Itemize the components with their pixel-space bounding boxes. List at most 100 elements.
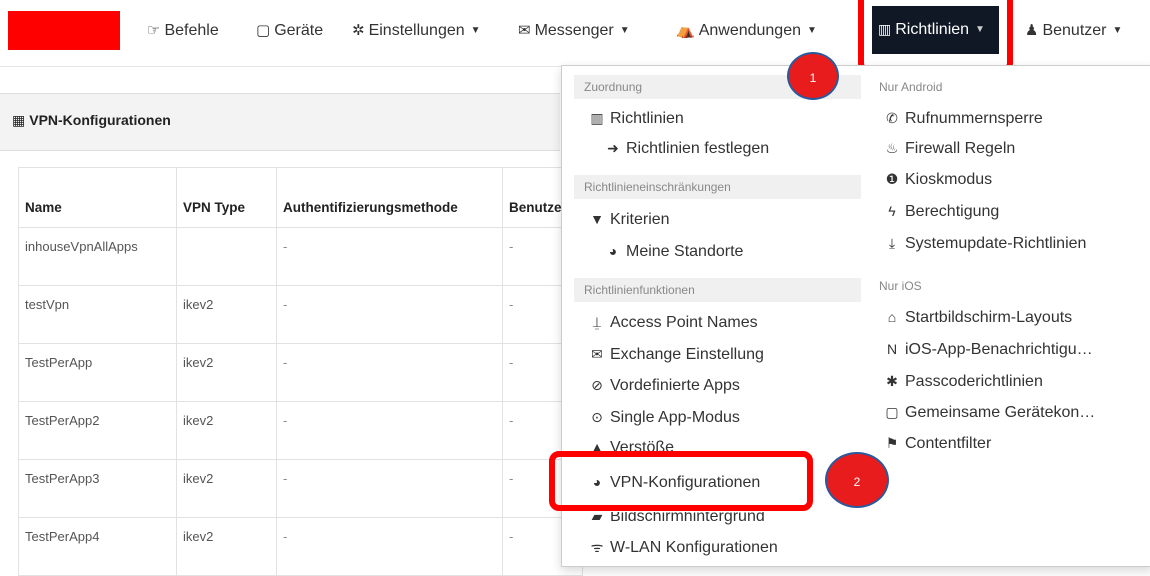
menu-item-exchange-einstellung[interactable]: ✉ Exchange Einstellung (588, 341, 764, 367)
caret-down-icon: ▼ (470, 25, 481, 36)
nav-einstellungen-label: Einstellungen (368, 22, 465, 39)
menu-item-systemupdate-richtlinien[interactable]: ⤓ Systemupdate-Richtlinien (883, 230, 1087, 256)
image-icon: ▰ (591, 512, 603, 524)
menu-item-verstoesse[interactable]: ▲ Verstöße (588, 434, 674, 452)
table-row[interactable]: inhouseVpnAllApps - - (18, 227, 583, 286)
nav-benutzer[interactable]: ♟ Benutzer ▼ (1025, 16, 1122, 46)
menu-item-vordefinierte-apps[interactable]: ⊘ Vordefinierte Apps (588, 372, 740, 398)
columns-icon: ▥ (590, 110, 604, 126)
nav-anwendungen-label: Anwendungen (698, 22, 801, 39)
page-title: ▦ VPN-Konfigurationen (12, 112, 171, 129)
nav-befehle[interactable]: ☞ Befehle (147, 16, 219, 46)
panel-header: ▦ VPN-Konfigurationen (0, 93, 560, 151)
info-circle-icon: ❶ (885, 171, 899, 187)
menu-item-access-point-names[interactable]: ⍊ Access Point Names (588, 309, 758, 335)
menu-header-nur-ios: Nur iOS (879, 279, 922, 293)
menu-item-startbildschirm-layouts[interactable]: ⌂ Startbildschirm-Layouts (883, 304, 1072, 330)
cell-name: TestPerApp3 (18, 459, 177, 518)
caret-down-icon: ▼ (619, 25, 630, 36)
menu-item-kriterien[interactable]: ▼ Kriterien (588, 206, 670, 232)
menu-item-label: W-LAN Konfigurationen (610, 539, 778, 556)
menu-item-gemeinsame-geraetekonfiguration[interactable]: ▢ Gemeinsame Gerätekon… (883, 399, 1095, 425)
nav-geraete[interactable]: ▢ Geräte (256, 16, 323, 46)
fire-icon: ♨ (885, 140, 899, 156)
menu-item-label: Exchange Einstellung (610, 346, 764, 363)
cell-vpn-type: ikev2 (176, 459, 277, 518)
caret-down-icon: ▼ (807, 25, 817, 36)
cell-name: TestPerApp (18, 343, 177, 402)
menu-item-label: Single App-Modus (610, 409, 740, 426)
menu-item-kioskmodus[interactable]: ❶ Kioskmodus (883, 166, 992, 192)
gear-icon: ✲ (352, 22, 365, 39)
menu-item-single-app-modus[interactable]: ⊙ Single App-Modus (588, 404, 740, 430)
arrow-right-icon: ➜ (607, 140, 619, 156)
table-row[interactable]: testVpn ikev2 - - (18, 285, 583, 344)
menu-item-label: Richtlinien festlegen (626, 140, 770, 157)
cell-auth-method: - (276, 459, 503, 518)
menu-item-label: Gemeinsame Gerätekon… (905, 404, 1096, 421)
nav-richtlinien-label: Richtlinien (895, 21, 970, 38)
table-row[interactable]: TestPerApp4 ikev2 - - (18, 517, 583, 576)
column-header[interactable]: Authentifizierungsmethode (276, 167, 503, 228)
nav-messenger[interactable]: ✉ Messenger ▼ (518, 16, 630, 46)
step-badge-1: 1 (787, 52, 839, 100)
globe-icon: ◕ (608, 243, 618, 259)
brand-logo[interactable] (8, 11, 120, 50)
menu-item-rufnummernsperre[interactable]: ✆ Rufnummernsperre (883, 105, 1043, 131)
step-badge-2: 2 (825, 452, 889, 508)
menu-item-label: Startbildschirm-Layouts (905, 309, 1073, 326)
menu-item-label: Bildschirmhintergrund (610, 512, 765, 525)
cell-vpn-type: ikev2 (176, 285, 277, 344)
menu-item-bildschirmhintergrund[interactable]: ▰ Bildschirmhintergrund (588, 512, 765, 528)
menu-item-berechtigung[interactable]: ϟ Berechtigung (883, 198, 999, 224)
wifi-icon: ᯤ (590, 539, 604, 555)
menu-header-funktionen: Richtlinienfunktionen (574, 278, 861, 302)
cell-auth-method: - (276, 401, 503, 460)
top-navbar: ☞ Befehle ▢ Geräte ✲ Einstellungen ▼ ✉ Messen… (0, 0, 1150, 73)
menu-item-label: Richtlinien (610, 110, 684, 127)
menu-item-passcoderichtlinien[interactable]: ✱ Passcoderichtlinien (883, 368, 1043, 394)
table-row[interactable]: TestPerApp2 ikev2 - - (18, 401, 583, 460)
page-title-label: VPN-Konfigurationen (29, 112, 171, 128)
cell-name: TestPerApp4 (18, 517, 177, 576)
table-row[interactable]: TestPerApp ikev2 - - (18, 343, 583, 402)
nav-richtlinien-highlight: ▥ Richtlinien ▼ (858, 0, 1013, 73)
nav-anwendungen[interactable]: ⛺ Anwendungen ▼ (676, 16, 817, 46)
cell-name: TestPerApp2 (18, 401, 177, 460)
column-header[interactable]: VPN Type (176, 167, 277, 228)
nav-messenger-label: Messenger (534, 22, 614, 39)
menu-item-meine-standorte[interactable]: ◕ Meine Standorte (604, 238, 744, 264)
menu-item-wlan-konfigurationen[interactable]: ᯤ W-LAN Konfigurationen (588, 534, 778, 560)
menu-item-label: Passcoderichtlinien (905, 373, 1043, 390)
menu-item-ios-app-benachrichtigung[interactable]: NiOS-App-Benachrichtigu… (883, 336, 1093, 362)
cell-vpn-type: ikev2 (176, 517, 277, 576)
menu-item-label: Contentfilter (905, 435, 992, 452)
menu-item-firewall-regeln[interactable]: ♨ Firewall Regeln (883, 135, 1016, 161)
antenna-icon: ⍊ (592, 314, 602, 330)
cell-name: testVpn (18, 285, 177, 344)
ban-icon: ⊘ (591, 377, 603, 393)
menu-item-label: Vordefinierte Apps (610, 377, 740, 394)
nav-einstellungen[interactable]: ✲ Einstellungen ▼ (352, 16, 481, 46)
menu-item-contentfilter[interactable]: ⚑ Contentfilter (883, 430, 992, 456)
cell-auth-method: - (276, 517, 503, 576)
menu-item-richtlinien-festlegen[interactable]: ➜ Richtlinien festlegen (604, 135, 769, 161)
cell-vpn-type: ikev2 (176, 343, 277, 402)
caret-down-icon: ▼ (975, 24, 985, 35)
dot-circle-icon: ⊙ (591, 409, 603, 425)
cell-vpn-type: ikev2 (176, 401, 277, 460)
table-row[interactable]: TestPerApp3 ikev2 - - (18, 459, 583, 518)
envelope-icon: ✉ (591, 346, 603, 362)
download-icon: ⤓ (888, 235, 896, 251)
table-header-row: Name VPN Type Authentifizierungsmethode … (18, 167, 583, 228)
vpn-config-table: Name VPN Type Authentifizierungsmethode … (18, 167, 583, 576)
th-grid-icon: ▦ (12, 112, 26, 128)
menu-header-einschraenkungen: Richtlinieneinschränkungen (574, 175, 861, 199)
nav-richtlinien[interactable]: ▥ Richtlinien ▼ (872, 6, 999, 54)
menu-item-richtlinien[interactable]: ▥ Richtlinien (588, 105, 684, 131)
cell-vpn-type (176, 227, 277, 286)
menu-item-label: Firewall Regeln (905, 140, 1016, 157)
warning-icon: ▲ (590, 439, 604, 452)
column-header[interactable]: Name (18, 167, 177, 228)
cell-auth-method: - (276, 227, 503, 286)
